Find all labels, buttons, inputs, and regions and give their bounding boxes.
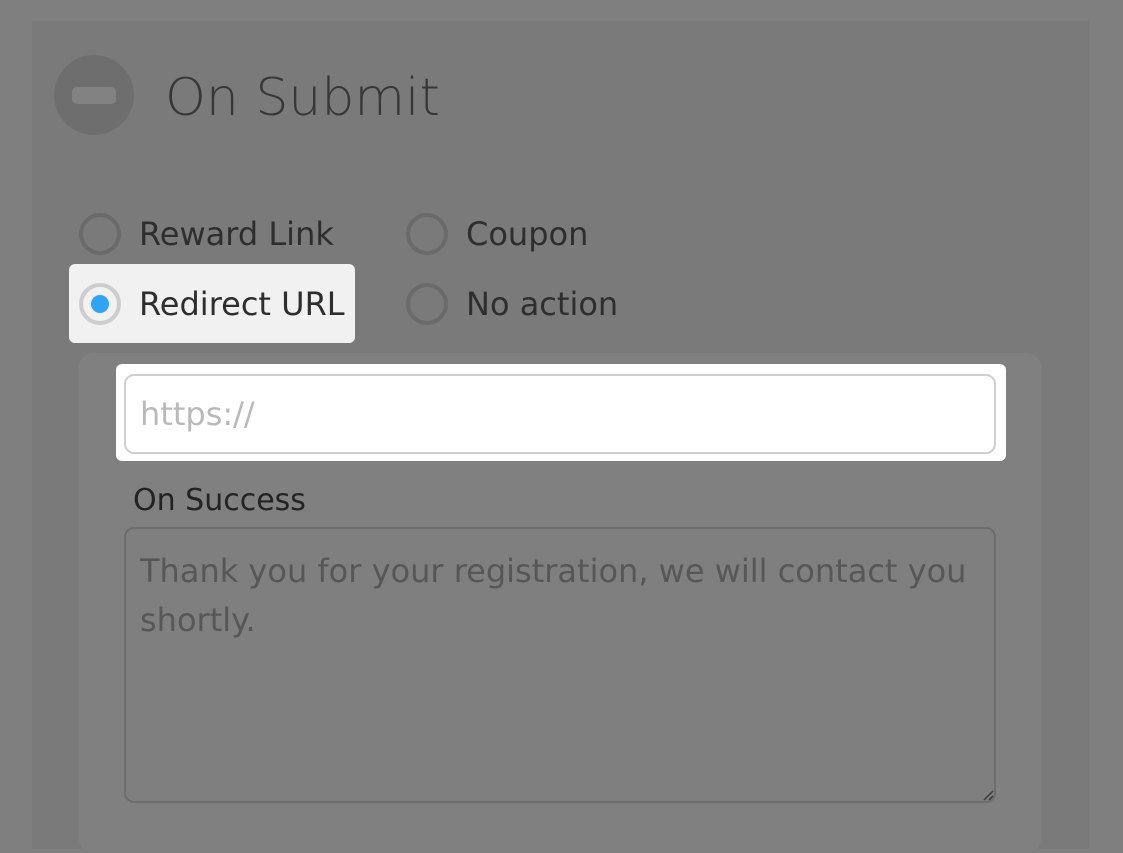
radio-button-selected-icon[interactable]	[79, 283, 121, 325]
radio-option-redirect-url[interactable]: Redirect URL	[79, 280, 345, 328]
minus-circle-icon	[72, 87, 116, 104]
on-submit-panel: On Submit Reward Link Coupon Redirect UR…	[32, 21, 1089, 853]
resize-handle-icon[interactable]	[982, 789, 994, 801]
on-success-message-textarea[interactable]	[124, 527, 996, 803]
radio-label: Coupon	[466, 215, 589, 253]
on-success-label: On Success	[133, 483, 306, 518]
collapse-toggle-button[interactable]	[54, 55, 134, 135]
radio-label: No action	[466, 285, 619, 323]
radio-button-icon[interactable]	[79, 213, 121, 255]
radio-button-icon[interactable]	[406, 213, 448, 255]
radio-label: Reward Link	[139, 215, 334, 253]
radio-option-coupon[interactable]: Coupon	[406, 210, 588, 258]
radio-button-icon[interactable]	[406, 283, 448, 325]
section-title: On Submit	[165, 68, 440, 128]
radio-option-reward-link[interactable]: Reward Link	[79, 210, 334, 258]
radio-option-no-action[interactable]: No action	[406, 280, 618, 328]
redirect-url-input[interactable]	[124, 374, 996, 454]
radio-label: Redirect URL	[139, 285, 345, 323]
